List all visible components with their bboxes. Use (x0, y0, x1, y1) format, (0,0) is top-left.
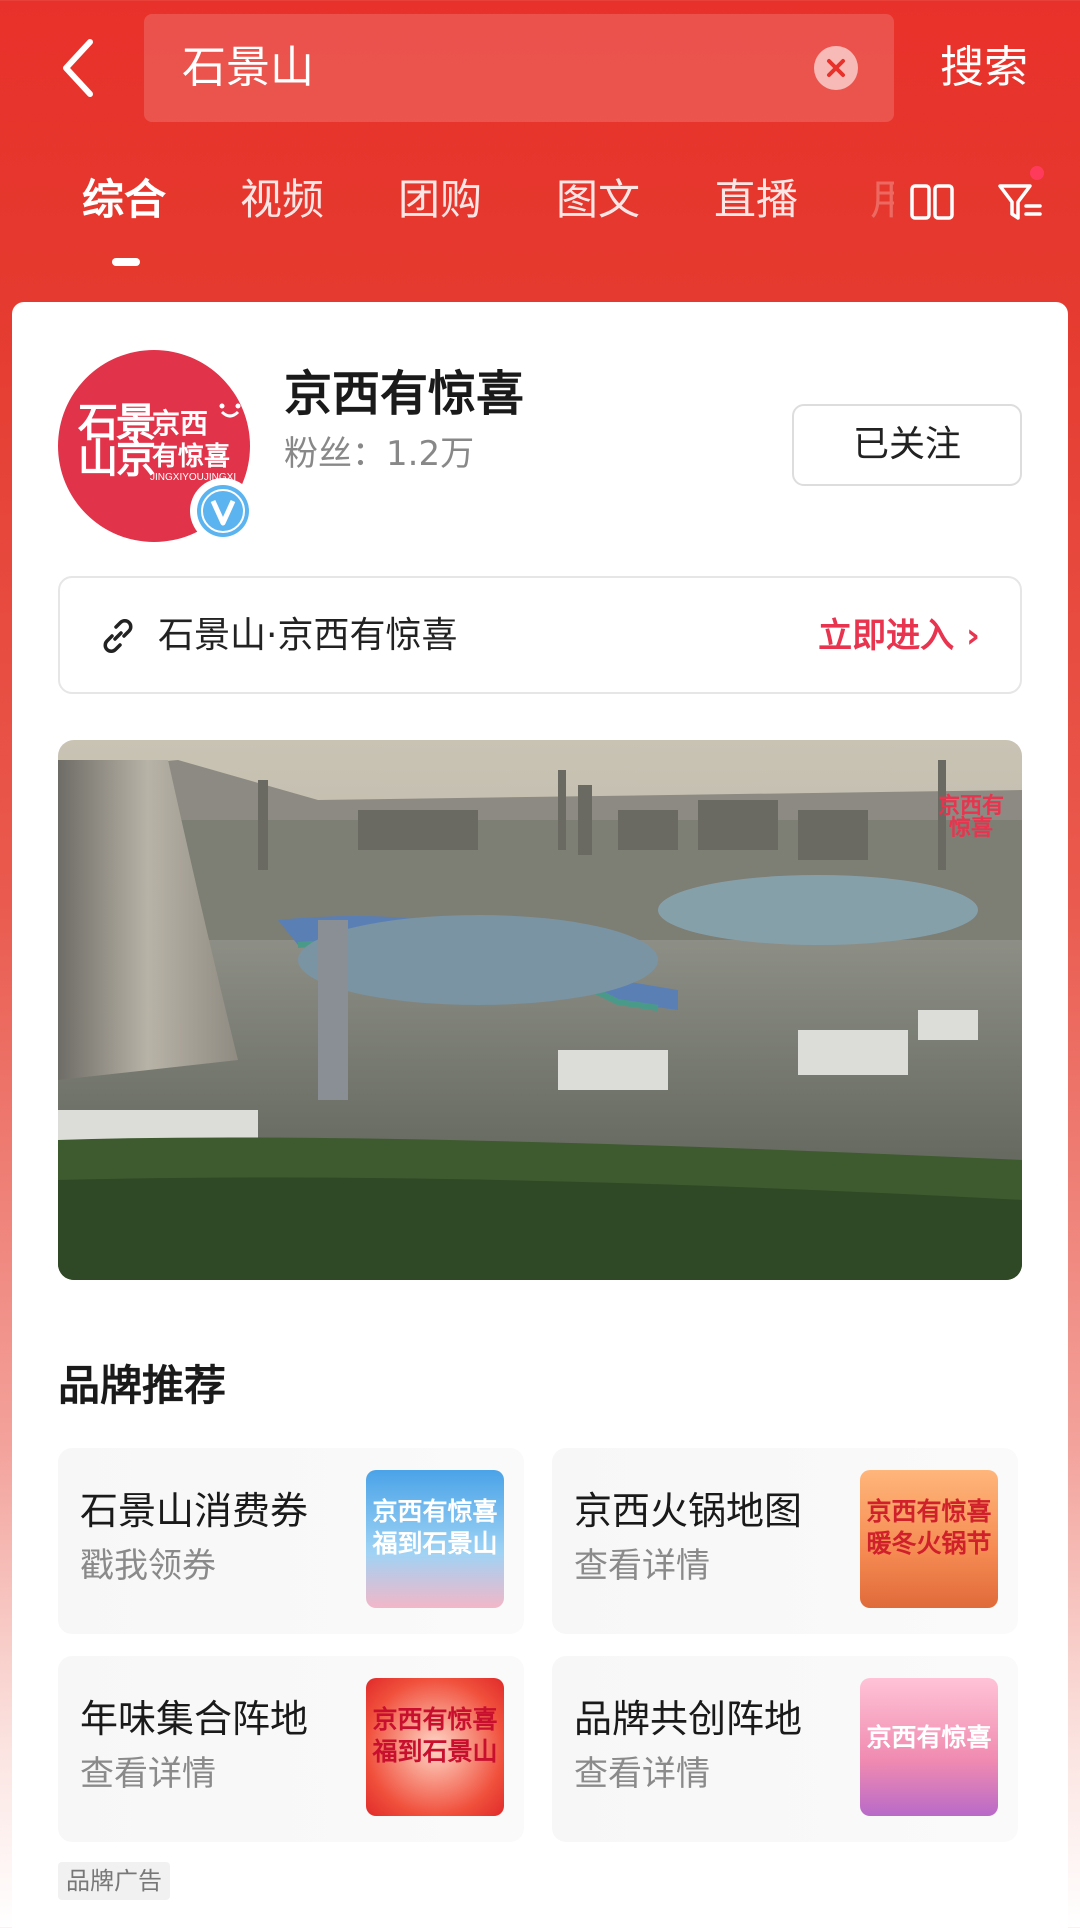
brand-tile[interactable]: 京西火锅地图 查看详情 京西有惊喜 暖冬火锅节 (552, 1448, 1018, 1634)
tile-thumbnail-text: 京西有惊喜 暖冬火锅节 (866, 1497, 992, 1558)
tab-user-partial[interactable]: 用 (870, 172, 894, 228)
link-icon (103, 619, 133, 653)
verified-badge (190, 478, 256, 544)
tab-image-text[interactable]: 图文 (556, 172, 640, 228)
tab-live[interactable]: 直播 (714, 172, 798, 228)
tile-title: 京西火锅地图 (574, 1489, 803, 1533)
search-input[interactable]: 石景山 (144, 14, 894, 122)
search-header: 石景山 搜索 (0, 0, 1080, 130)
filter-tabs: 综合 视频 团购 图文 直播 用 (0, 160, 1080, 270)
tab-group-buy[interactable]: 团购 (398, 172, 482, 228)
tab-comprehensive[interactable]: 综合 (82, 172, 166, 228)
fans-label: 粉丝： (284, 434, 386, 474)
tile-title: 石景山消费券 (80, 1489, 309, 1533)
search-query-text: 石景山 (182, 42, 314, 93)
avatar-text-main: 京西 (152, 407, 209, 440)
active-tab-indicator (112, 258, 140, 266)
chevron-right-icon: › (965, 616, 980, 656)
pause-icon[interactable] (960, 1210, 1022, 1280)
account-name[interactable]: 京西有惊喜 (284, 364, 524, 424)
tile-subtitle: 查看详情 (80, 1754, 216, 1794)
tile-thumbnail: 京西有惊喜 福到石景山 (366, 1678, 504, 1816)
tile-thumbnail-text: 京西有惊喜 福到石景山 (372, 1705, 498, 1766)
brand-link-bar[interactable]: 石景山·京西有惊喜 立即进入 › (58, 576, 1022, 694)
brand-recommend-title: 品牌推荐 (58, 1361, 227, 1410)
brand-video[interactable]: 京西有惊喜 (58, 740, 1022, 1280)
chevron-left-icon (63, 39, 93, 97)
brand-ad-label: 品牌广告 (58, 1862, 170, 1900)
avatar-text-sub: 有惊喜 (152, 442, 231, 472)
tile-subtitle: 查看详情 (574, 1754, 710, 1794)
clear-icon[interactable] (814, 46, 858, 90)
tile-thumbnail-text: 京西有惊喜 福到石景山 (372, 1497, 498, 1558)
tile-title: 年味集合阵地 (80, 1697, 309, 1741)
tile-thumbnail: 京西有惊喜 福到石景山 (366, 1470, 504, 1608)
brand-card: 石 山 景 京 JINGXIYOUJINGXI 京西 有惊喜 京西有惊喜 粉丝：… (12, 302, 1068, 1928)
tile-subtitle: 查看详情 (574, 1546, 710, 1586)
enter-now-label: 立即进入 (818, 616, 955, 656)
brand-tile[interactable]: 石景山消费券 戳我领券 京西有惊喜 福到石景山 (58, 1448, 524, 1634)
fans-value: 1.2万 (386, 434, 475, 474)
verified-icon (197, 485, 249, 537)
brand-tile[interactable]: 年味集合阵地 查看详情 京西有惊喜 福到石景山 (58, 1656, 524, 1842)
tile-thumbnail: 京西有惊喜 (860, 1678, 998, 1816)
filter-icon[interactable] (996, 178, 1044, 226)
search-button[interactable]: 搜索 (940, 40, 1028, 96)
video-watermark: 京西有惊喜 (937, 794, 1004, 841)
video-frame (58, 740, 1022, 1280)
back-button[interactable] (52, 28, 112, 108)
enter-now-link[interactable]: 立即进入 › (818, 612, 980, 660)
tile-thumbnail: 京西有惊喜 暖冬火锅节 (860, 1470, 998, 1608)
notification-dot (1030, 166, 1044, 180)
brand-link-text: 石景山·京西有惊喜 (158, 615, 458, 656)
tab-video[interactable]: 视频 (240, 172, 324, 228)
tile-title: 品牌共创阵地 (574, 1697, 803, 1741)
tile-subtitle: 戳我领券 (80, 1546, 216, 1586)
svg-text:山: 山 (78, 437, 118, 481)
tile-thumbnail-text: 京西有惊喜 (866, 1723, 992, 1752)
layout-toggle-icon[interactable] (910, 184, 954, 220)
brand-tile[interactable]: 品牌共创阵地 查看详情 京西有惊喜 (552, 1656, 1018, 1842)
fans-count: 粉丝：1.2万 (284, 432, 474, 476)
follow-button[interactable]: 已关注 (792, 404, 1022, 486)
